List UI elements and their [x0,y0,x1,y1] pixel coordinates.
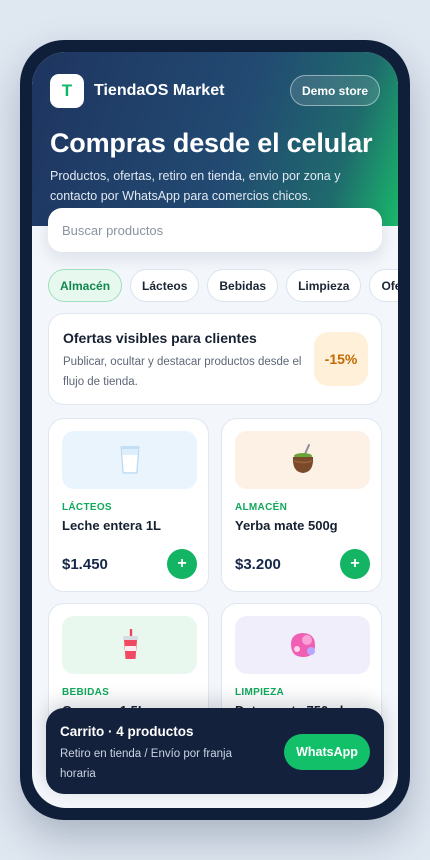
product-card[interactable]: ALMACÉN Yerba mate 500g $3.200 + [221,418,382,592]
add-to-cart-button[interactable]: + [167,549,197,579]
sponge-icon [290,633,315,657]
product-category: BEBIDAS [62,687,110,698]
add-to-cart-button[interactable]: + [340,549,370,579]
category-chips: Almacén Lácteos Bebidas Limpieza Ofertas [48,269,398,302]
offers-description: Publicar, ocultar y destacar productos d… [63,356,302,388]
soda-cup-icon [122,629,138,659]
cart-delivery-info: Retiro en tienda / Envío por franja hora… [60,748,232,780]
chip-almacen[interactable]: Almacén [48,269,123,302]
milk-glass-icon [119,446,140,474]
product-name: Leche entera 1L [62,518,161,533]
product-name: Yerba mate 500g [235,518,338,533]
product-image [62,431,197,489]
cart-bar[interactable]: Carrito · 4 productos Retiro en tienda /… [46,708,384,794]
mate-icon [292,444,313,473]
chip-limpieza[interactable]: Limpieza [286,269,362,302]
cart-title: Carrito · 4 productos [60,724,194,739]
chip-lacteos[interactable]: Lácteos [130,269,200,302]
product-category: LÁCTEOS [62,502,112,513]
product-category: LIMPIEZA [235,687,285,698]
product-price: $1.450 [62,556,108,573]
app-screen: T TiendaOS Market Demo store Compras des… [32,52,398,808]
product-category: ALMACÉN [235,502,288,513]
product-image [62,616,197,674]
offers-title: Ofertas visibles para clientes [63,330,257,346]
hero-header: T TiendaOS Market Demo store Compras des… [32,52,398,226]
search-placeholder: Buscar productos [62,222,164,238]
product-image [235,616,370,674]
product-price: $3.200 [235,556,281,573]
chip-ofertas[interactable]: Ofertas [369,269,398,302]
store-logo: T [50,74,84,108]
app-name: TiendaOS Market [94,82,225,99]
phone-frame: T TiendaOS Market Demo store Compras des… [20,40,410,820]
hero-title: Compras desde el celular [50,128,373,158]
search-input[interactable]: Buscar productos [48,208,382,252]
discount-badge: -15% [314,332,368,386]
product-image [235,431,370,489]
product-card[interactable]: LÁCTEOS Leche entera 1L $1.450 + [48,418,209,592]
hero-subtitle: Productos, ofertas, retiro en tienda, en… [50,169,341,203]
whatsapp-button[interactable]: WhatsApp [284,734,370,770]
offers-card[interactable]: Ofertas visibles para clientes Publicar,… [48,313,382,405]
demo-store-button[interactable]: Demo store [290,75,380,106]
chip-bebidas[interactable]: Bebidas [207,269,279,302]
